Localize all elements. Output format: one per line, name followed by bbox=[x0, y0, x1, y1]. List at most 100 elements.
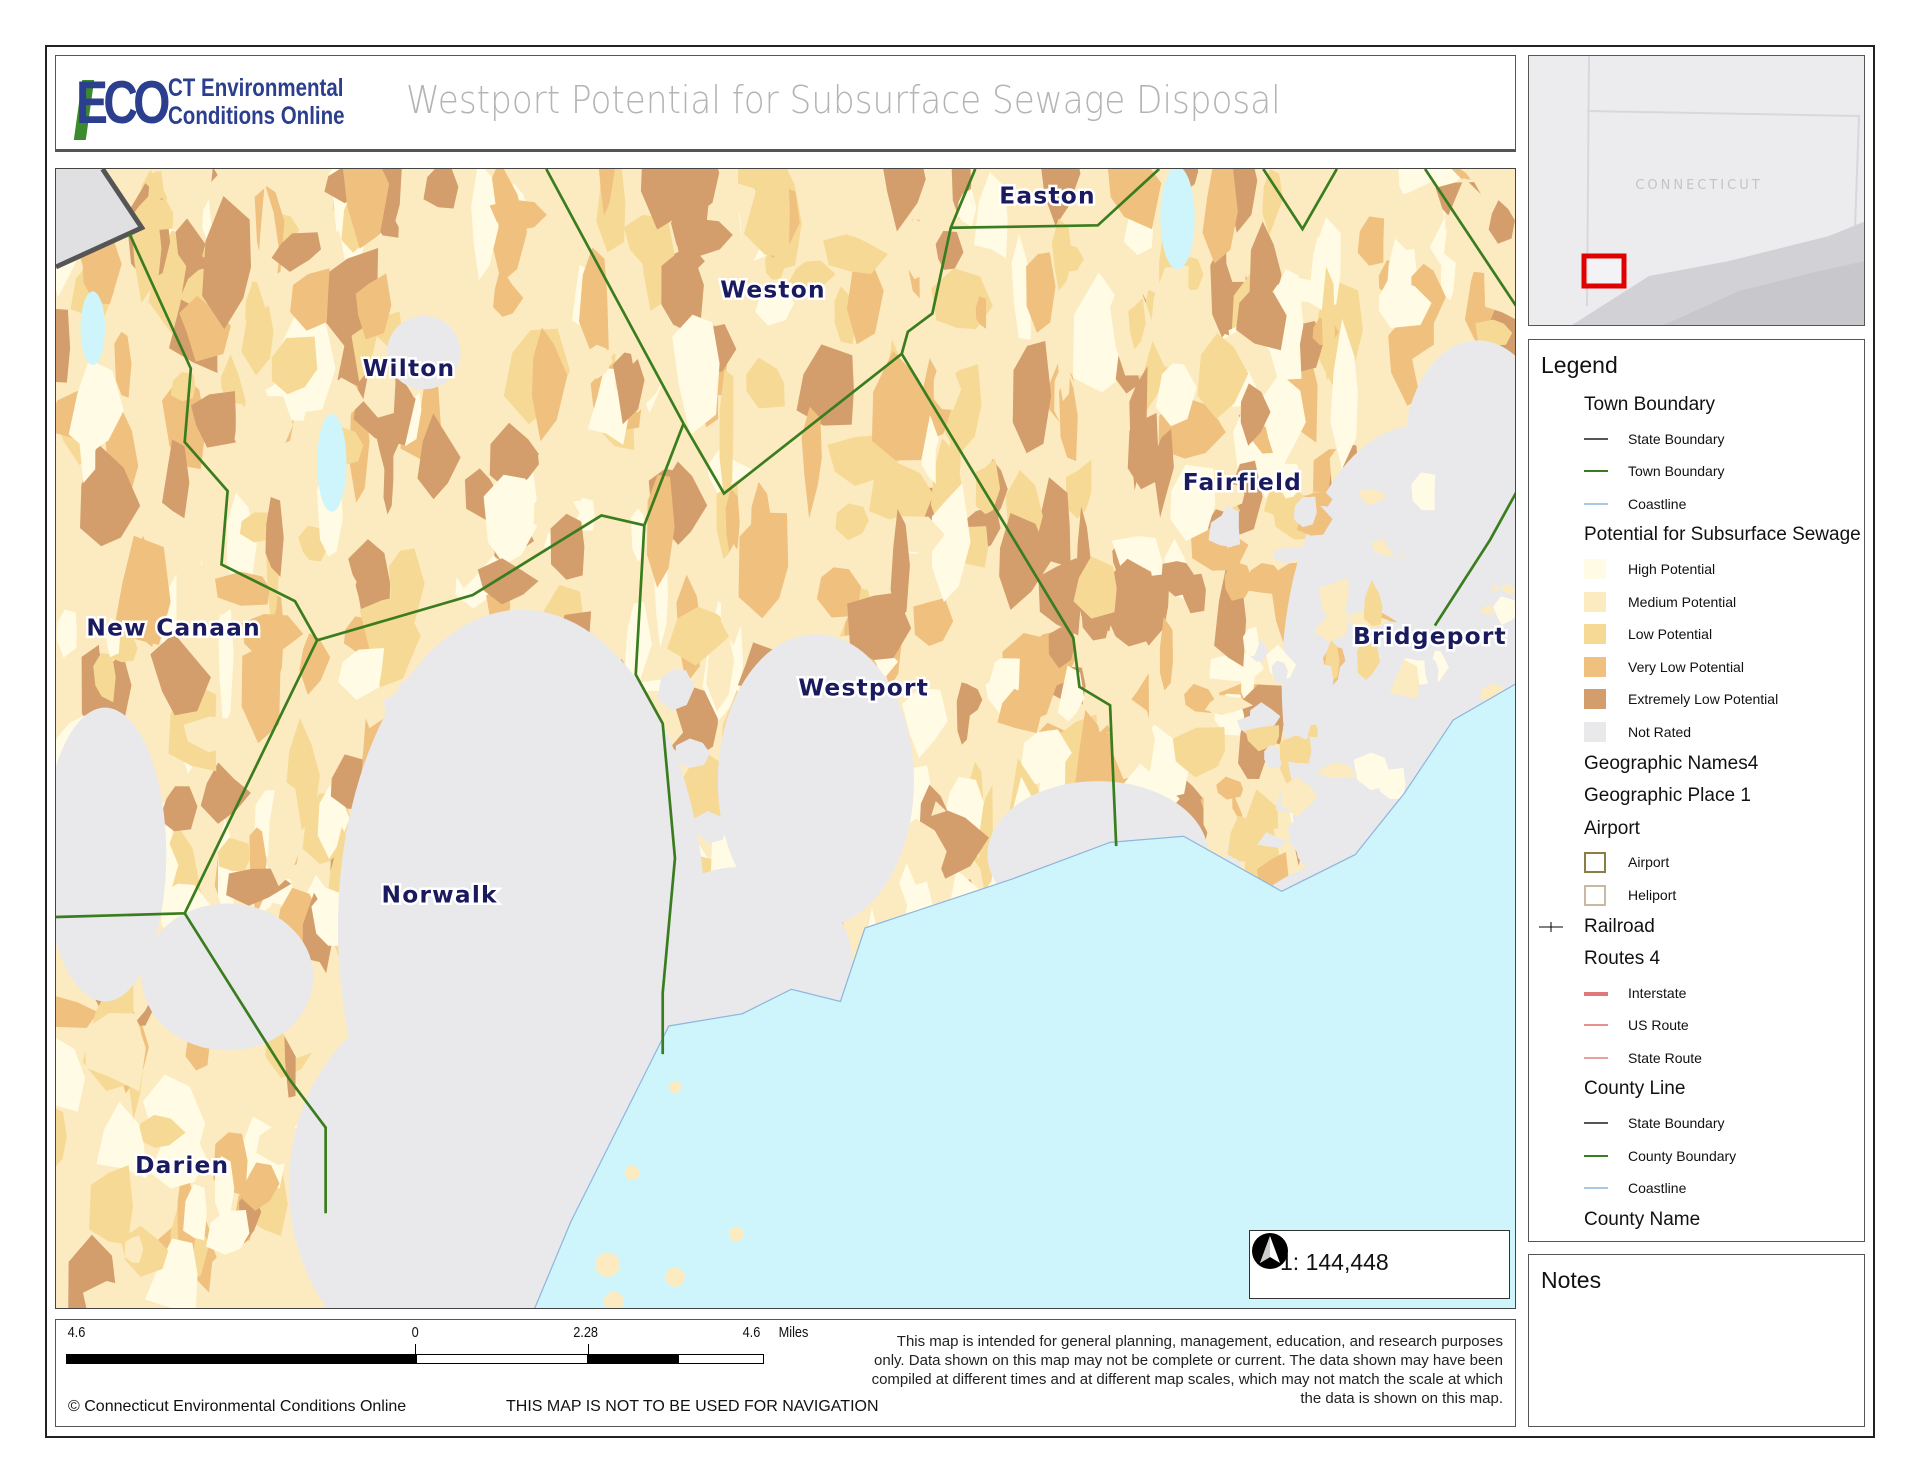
legend-label: Geographic Names4 bbox=[1584, 752, 1759, 774]
legend-item: County Name bbox=[1529, 1205, 1849, 1238]
island bbox=[728, 1226, 744, 1242]
copyright: © Connecticut Environmental Conditions O… bbox=[68, 1398, 407, 1415]
legend-item: Geographic Place 1 bbox=[1529, 781, 1849, 814]
legend-label: Railroad bbox=[1584, 915, 1655, 937]
legend-fill-swatch bbox=[1584, 558, 1606, 579]
legend-item: High Potential bbox=[1529, 553, 1849, 586]
legend-item: State Boundary bbox=[1529, 1107, 1849, 1140]
place-label: Weston bbox=[720, 277, 826, 304]
legend-item: County Boundary bbox=[1529, 1140, 1849, 1173]
reservoir bbox=[317, 413, 347, 512]
legend-label: High Potential bbox=[1628, 560, 1716, 577]
island bbox=[595, 1252, 620, 1277]
navigation-warning: THIS MAP IS NOT TO BE USED FOR NAVIGATIO… bbox=[506, 1398, 879, 1415]
legend-item: Not Rated bbox=[1529, 716, 1849, 749]
legend-item: State Boundary bbox=[1529, 423, 1849, 456]
legend-item: Interstate bbox=[1529, 977, 1849, 1010]
notes-title: Notes bbox=[1541, 1267, 1602, 1293]
not-rated-area bbox=[141, 903, 314, 1051]
place-label: Westport bbox=[798, 674, 929, 701]
legend-label: County Line bbox=[1584, 1078, 1686, 1100]
legend-label: Extremely Low Potential bbox=[1628, 691, 1779, 708]
legend-rows: Town Boundary State Boundary Town Boundary… bbox=[1529, 390, 1864, 1238]
scale-unit: Miles bbox=[778, 1324, 809, 1341]
overview-map[interactable]: CONNECTICUT bbox=[1528, 55, 1865, 326]
inset-label: CONNECTICUT bbox=[1635, 178, 1762, 193]
place-label: Norwalk bbox=[382, 881, 498, 908]
legend-label: Airport bbox=[1628, 854, 1670, 871]
legend-item: Airport bbox=[1529, 846, 1849, 879]
legend-item: Low Potential bbox=[1529, 618, 1849, 651]
legend-label: Routes 4 bbox=[1584, 948, 1661, 970]
legend-outline-swatch bbox=[1584, 884, 1606, 906]
legend-fill-swatch bbox=[1584, 591, 1606, 612]
legend-line-swatch bbox=[1584, 1187, 1608, 1190]
legend-item: State Route bbox=[1529, 1042, 1849, 1075]
legend-line-swatch bbox=[1584, 991, 1608, 996]
place-label: Wilton bbox=[363, 355, 456, 382]
legend-item: Town Boundary bbox=[1529, 390, 1849, 423]
place-label: Bridgeport bbox=[1353, 623, 1507, 650]
legend-item: Airport bbox=[1529, 814, 1849, 847]
reservoir bbox=[1160, 169, 1195, 270]
logo-line1: CT Environmental bbox=[168, 74, 344, 102]
scale-label: 4.6 bbox=[67, 1324, 86, 1341]
legend-item: Medium Potential bbox=[1529, 586, 1849, 619]
legend-label: US Route bbox=[1628, 1017, 1689, 1034]
logo-mark: ECO bbox=[76, 69, 170, 136]
legend-title: Legend bbox=[1541, 352, 1618, 378]
legend-label: County Boundary bbox=[1628, 1147, 1737, 1164]
legend-item: Coastline bbox=[1529, 1172, 1849, 1205]
legend-item: Potential for Subsurface Sewage Disposal bbox=[1529, 520, 1864, 553]
legend-fill-swatch bbox=[1584, 689, 1606, 710]
map-canvas[interactable]: Easton Weston Wilton Fairfield New Canaan Bri… bbox=[56, 169, 1516, 1309]
legend-item: Geographic Names4 bbox=[1529, 749, 1849, 782]
legend-label: State Route bbox=[1628, 1049, 1702, 1066]
legend-fill-swatch bbox=[1584, 624, 1606, 645]
cteco-logo: ECO CT Environmental Conditions Online bbox=[73, 69, 366, 142]
legend-label: Medium Potential bbox=[1628, 593, 1737, 610]
legend-label: State Boundary bbox=[1628, 430, 1725, 447]
legend-item: Extremely Low Potential bbox=[1529, 683, 1849, 716]
legend-item: Very Low Potential bbox=[1529, 651, 1849, 684]
map-header: ECO CT Environmental Conditions Online W… bbox=[55, 55, 1516, 152]
scale-label: 0 bbox=[411, 1324, 419, 1341]
legend-label: Geographic Place 1 bbox=[1584, 785, 1751, 807]
map-title: Westport Potential for Subsurface Sewage… bbox=[406, 78, 1281, 122]
legend-fill-swatch bbox=[1584, 721, 1606, 742]
legend-label: Interstate bbox=[1628, 984, 1687, 1001]
legend-item: Coastline bbox=[1529, 488, 1849, 521]
island bbox=[665, 1267, 685, 1287]
legend-label: Town Boundary bbox=[1628, 463, 1725, 480]
legend-label: County Name bbox=[1584, 1208, 1701, 1230]
legend-item: County Line bbox=[1529, 1074, 1849, 1107]
legend-label: State Boundary bbox=[1628, 1115, 1725, 1132]
legend-fill-swatch bbox=[1584, 656, 1606, 677]
place-label: Fairfield bbox=[1183, 469, 1302, 496]
disclaimer: This map is intended for general plannin… bbox=[871, 1333, 1503, 1407]
map-extent-indicator bbox=[1581, 253, 1627, 289]
map-footer: 4.6 0 2.28 4.6 Miles This map is intende… bbox=[55, 1319, 1516, 1427]
north-arrow-icon bbox=[1252, 1233, 1288, 1269]
legend-item: Heliport bbox=[1529, 879, 1849, 912]
legend-item: Railroad bbox=[1529, 912, 1849, 945]
place-label: New Canaan bbox=[86, 614, 261, 641]
legend-label: Coastline bbox=[1628, 1180, 1687, 1197]
scale-label: 2.28 bbox=[573, 1324, 599, 1341]
place-label: Darien bbox=[135, 1152, 229, 1179]
logo-line2: Conditions Online bbox=[168, 102, 345, 130]
legend-label: Very Low Potential bbox=[1628, 658, 1744, 675]
island bbox=[624, 1165, 640, 1181]
legend-line-swatch bbox=[1584, 1056, 1608, 1059]
legend-line-swatch bbox=[1584, 1122, 1608, 1125]
legend-label: Coastline bbox=[1628, 495, 1687, 512]
legend-label: Potential for Subsurface Sewage Disposal bbox=[1584, 524, 1864, 546]
railroad-icon bbox=[1539, 921, 1563, 932]
map-view[interactable]: Easton Weston Wilton Fairfield New Canaan Bri… bbox=[55, 168, 1516, 1309]
legend-item: Routes 4 bbox=[1529, 944, 1849, 977]
legend-line-swatch bbox=[1584, 1024, 1608, 1027]
legend-outline-swatch bbox=[1584, 852, 1606, 874]
scale-label: 4.6 bbox=[742, 1324, 761, 1341]
legend-line-swatch bbox=[1584, 1154, 1608, 1157]
legend-line-swatch bbox=[1584, 470, 1608, 473]
